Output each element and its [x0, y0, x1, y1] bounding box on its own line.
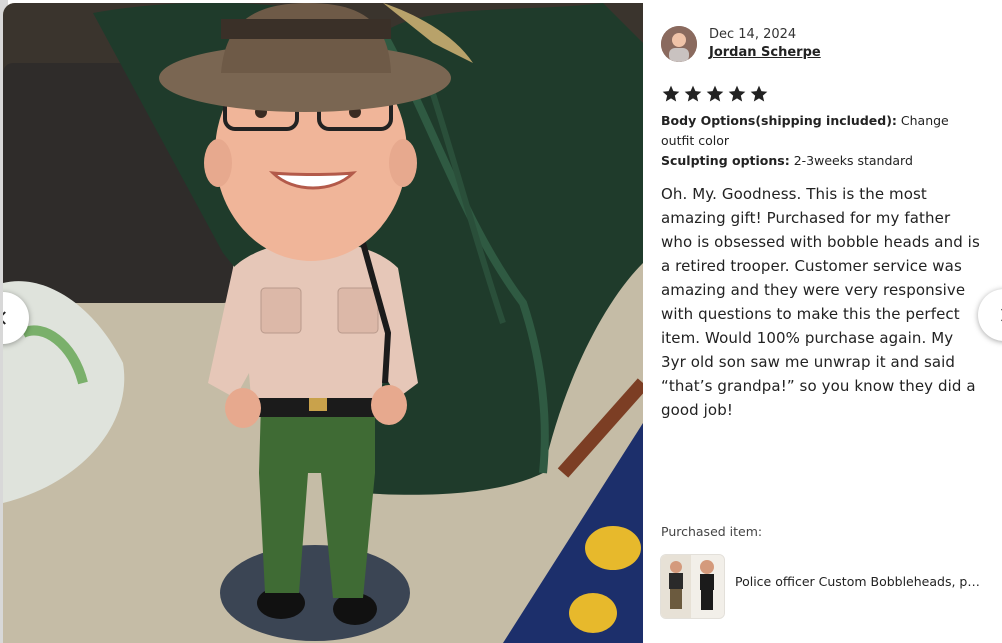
- review-date: Dec 14, 2024: [709, 27, 797, 42]
- review-photo-image: [3, 3, 643, 643]
- review-photo: [3, 3, 643, 643]
- sculpting-options-line: Sculpting options: 2-3weeks standard: [661, 151, 981, 171]
- chevron-right-icon: [1001, 308, 1002, 322]
- star-icon: [662, 85, 680, 102]
- reviewer-name-link[interactable]: Jordan Scherpe: [709, 45, 821, 61]
- option-label: Sculpting options:: [661, 153, 790, 168]
- body-options-line: Body Options(shipping included): Change …: [661, 111, 981, 151]
- star-icon: [728, 85, 746, 102]
- star-icon: [684, 85, 702, 102]
- review-text: Oh. My. Goodness. This is the most amazi…: [661, 185, 980, 419]
- option-value: 2-3weeks standard: [793, 153, 913, 168]
- reviewer-avatar: [661, 26, 697, 62]
- star-icon: [750, 85, 768, 102]
- purchased-item-title-link[interactable]: Police officer Custom Bobbleheads, perso…: [735, 574, 987, 589]
- purchased-item-label: Purchased item:: [661, 524, 763, 539]
- option-label: Body Options(shipping included):: [661, 113, 897, 128]
- star-rating: [661, 84, 769, 104]
- star-icon: [706, 85, 724, 102]
- review-lightbox: Dec 14, 2024 Jordan Scherpe Body Options…: [0, 0, 1002, 643]
- purchased-item-thumbnail[interactable]: [660, 554, 725, 619]
- chevron-left-icon: [3, 311, 6, 325]
